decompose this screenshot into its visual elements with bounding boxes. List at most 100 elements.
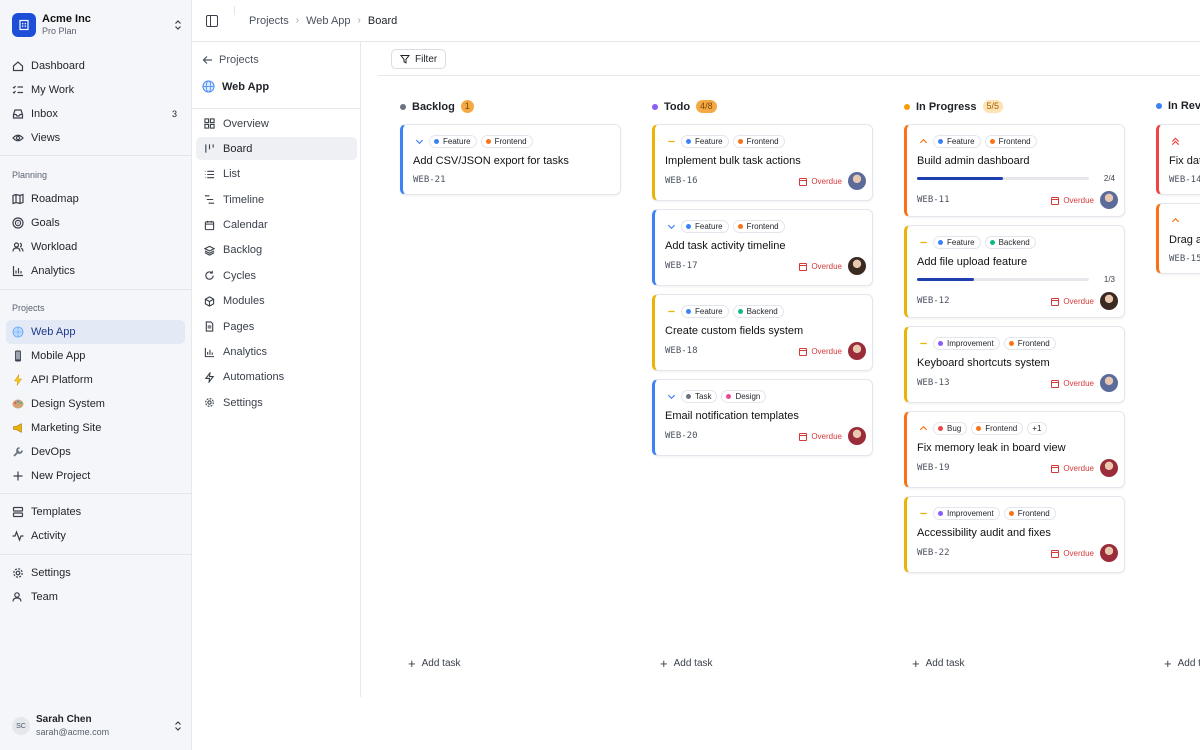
task-card[interactable]: Feature Frontend Add task activity timelin…: [652, 209, 873, 286]
calendar-icon: [1051, 549, 1060, 558]
task-card[interactable]: Feature Frontend Add CSV/JSON export for t…: [400, 124, 621, 195]
project-tab-cycles[interactable]: Cycles: [196, 264, 357, 287]
workspace-logo: [12, 13, 36, 37]
assignee-avatar[interactable]: [1100, 544, 1118, 562]
sidebar-item-templates[interactable]: Templates: [6, 500, 185, 524]
label-chip: Feature: [681, 305, 729, 318]
assignee-avatar[interactable]: [1100, 459, 1118, 477]
label-chip: Backend: [732, 305, 784, 318]
task-card[interactable]: Feature Backend Create custom fields syste…: [652, 294, 873, 371]
task-id: WEB-17: [665, 261, 698, 271]
task-card[interactable]: Feature Frontend Implement bulk task actio…: [652, 124, 873, 201]
add-task-button[interactable]: + Add task: [1164, 656, 1200, 671]
sidebar-item-api-platform[interactable]: API Platform: [6, 368, 185, 392]
plus-icon: +: [1164, 656, 1172, 671]
assignee-avatar[interactable]: [848, 257, 866, 275]
add-task-button[interactable]: + Add task: [912, 656, 965, 671]
assignee-avatar[interactable]: [848, 427, 866, 445]
task-card[interactable]: Feature Frontend Build admin dashboard 2/4 W…: [904, 124, 1125, 217]
sidebar-item-goals[interactable]: Goals: [6, 211, 185, 235]
assignee-avatar[interactable]: [1100, 292, 1118, 310]
planning-heading: Planning: [12, 170, 48, 180]
sidebar-item-marketing-site[interactable]: Marketing Site: [6, 416, 185, 440]
user-email: sarah@acme.com: [36, 727, 110, 737]
list-icon: [204, 169, 215, 180]
project-tab-pages[interactable]: Pages: [196, 315, 357, 338]
user-menu[interactable]: SC Sarah Chen sarah@acme.com: [12, 712, 182, 740]
templates-icon: [12, 506, 24, 518]
megaphone-icon: [12, 422, 24, 434]
overdue-indicator: Overdue: [799, 347, 842, 356]
label-dot-icon: [686, 139, 691, 144]
sidebar-item-dashboard[interactable]: Dashboard: [6, 54, 185, 78]
task-card[interactable]: Bug Frontend +1 Fix memory leak in board vi…: [904, 411, 1125, 488]
sidebar-item-new-project[interactable]: New Project: [6, 464, 185, 488]
card-tags: [1169, 135, 1185, 147]
workspace-switcher[interactable]: Acme Inc Pro Plan: [12, 12, 182, 38]
label-text: Frontend: [998, 137, 1031, 146]
chevron-right-icon: ›: [295, 15, 300, 26]
sidebar-item-design-system[interactable]: Design System: [6, 392, 185, 416]
assignee-avatar[interactable]: [1100, 374, 1118, 392]
project-tab-settings[interactable]: Settings: [196, 391, 357, 414]
project-tab-calendar[interactable]: Calendar: [196, 214, 357, 237]
sidebar-item-activity[interactable]: Activity: [6, 524, 185, 548]
sidebar-item-settings[interactable]: Settings: [6, 561, 185, 585]
sidebar-item-analytics[interactable]: Analytics: [6, 259, 185, 283]
overdue-indicator: Overdue: [799, 177, 842, 186]
label-text: Feature: [443, 137, 471, 146]
add-task-button[interactable]: + Add task: [408, 656, 461, 671]
label-chip: Frontend: [984, 135, 1037, 148]
bar-chart-icon: [204, 347, 215, 358]
map-icon: [12, 193, 24, 205]
project-tab-list[interactable]: List: [196, 163, 357, 186]
project-tab-timeline[interactable]: Timeline: [196, 188, 357, 211]
assignee-avatar[interactable]: [848, 172, 866, 190]
project-tab-analytics[interactable]: Analytics: [196, 341, 357, 364]
gear-icon: [12, 567, 24, 579]
back-to-projects[interactable]: Projects: [202, 54, 259, 66]
sidebar-item-roadmap[interactable]: Roadmap: [6, 187, 185, 211]
sidebar-item-web-app[interactable]: Web App: [6, 320, 185, 344]
secondary-nav: Templates Activity: [6, 500, 185, 548]
project-tab-automations[interactable]: Automations: [196, 366, 357, 389]
task-card[interactable]: Fix dat WEB-14: [1156, 124, 1200, 195]
add-task-button[interactable]: + Add task: [660, 656, 713, 671]
task-title: Add file upload feature: [917, 256, 1028, 268]
label-dot-icon: [737, 139, 743, 144]
subtask-progress-label: 2/4: [1103, 174, 1115, 183]
sidebar-item-mobile-app[interactable]: Mobile App: [6, 344, 185, 368]
task-card[interactable]: Drag a WEB-15: [1156, 203, 1200, 274]
subtask-progress-label: 1/3: [1103, 275, 1115, 284]
sidebar-item-team[interactable]: Team: [6, 585, 185, 609]
page-icon: [204, 321, 215, 332]
project-tab-board[interactable]: Board: [196, 137, 357, 161]
sidebar-item-inbox[interactable]: Inbox 3: [6, 102, 185, 126]
project-tab-overview[interactable]: Overview: [196, 112, 357, 135]
calendar-icon: [799, 432, 808, 441]
task-card[interactable]: Improvement Frontend Accessibility audit a…: [904, 496, 1125, 573]
sidebar-toggle-icon[interactable]: [206, 14, 218, 27]
target-icon: [12, 217, 24, 229]
assignee-avatar[interactable]: [848, 342, 866, 360]
breadcrumb-projects[interactable]: Projects: [249, 15, 289, 27]
project-tab-modules[interactable]: Modules: [196, 290, 357, 313]
plus-icon: +: [408, 656, 416, 671]
priority-medium-icon: [665, 306, 677, 318]
breadcrumb-web-app[interactable]: Web App: [306, 15, 350, 27]
overdue-label: Overdue: [1063, 549, 1094, 558]
project-tab-label: Overview: [223, 117, 269, 130]
project-tab-backlog[interactable]: Backlog: [196, 239, 357, 262]
sidebar-item-devops[interactable]: DevOps: [6, 440, 185, 464]
label-text: Bug: [947, 424, 962, 433]
task-card[interactable]: Task Design Email notification templates WE…: [652, 379, 873, 456]
filter-button[interactable]: Filter: [391, 49, 447, 69]
assignee-avatar[interactable]: [1100, 191, 1118, 209]
task-card[interactable]: Improvement Frontend Keyboard shortcuts sy…: [904, 326, 1125, 403]
label-dot-icon: [737, 224, 743, 229]
sidebar-item-workload[interactable]: Workload: [6, 235, 185, 259]
sidebar-item-my-work[interactable]: My Work: [6, 78, 185, 102]
sidebar-item-views[interactable]: Views: [6, 126, 185, 150]
task-card[interactable]: Feature Backend Add file upload feature 1/3…: [904, 225, 1125, 318]
card-tags: Feature Frontend: [665, 220, 789, 233]
